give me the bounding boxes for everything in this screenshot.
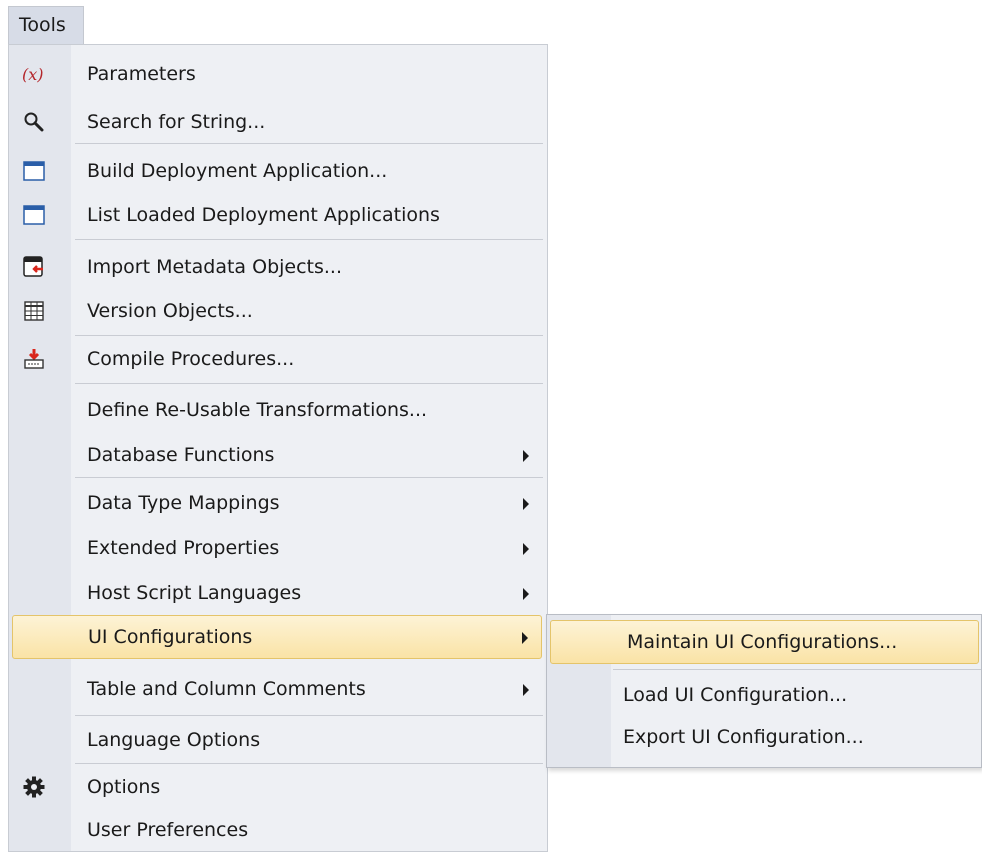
submenu-arrow-icon xyxy=(522,632,528,644)
menu-item-label: Version Objects... xyxy=(87,300,253,322)
menu-item-label: Data Type Mappings xyxy=(87,492,280,514)
menu-item-label: Extended Properties xyxy=(87,537,280,559)
submenu-item-label: Maintain UI Configurations... xyxy=(627,631,898,653)
menu-item-import-metadata-objects[interactable]: Import Metadata Objects... xyxy=(9,245,547,289)
submenu-item-export-ui-configuration[interactable]: Export UI Configuration... xyxy=(547,715,981,759)
svg-text:(x): (x) xyxy=(22,65,44,84)
menu-item-label: Options xyxy=(87,776,161,798)
tools-dropdown-menu: (x) Parameters Search for String... Buil… xyxy=(8,44,548,852)
menu-separator xyxy=(75,763,543,764)
menu-item-parameters[interactable]: (x) Parameters xyxy=(9,52,547,96)
submenu-separator xyxy=(613,669,981,670)
menu-item-compile-procedures[interactable]: Compile Procedures... xyxy=(9,337,547,381)
menu-item-table-and-column-comments[interactable]: Table and Column Comments xyxy=(9,667,547,711)
search-icon xyxy=(21,109,47,135)
parameters-icon: (x) xyxy=(21,61,47,87)
menu-item-search-for-string[interactable]: Search for String... xyxy=(9,100,547,144)
menu-item-label: Parameters xyxy=(87,63,196,85)
submenu-arrow-icon xyxy=(523,588,529,600)
menu-item-label: Host Script Languages xyxy=(87,582,302,604)
menu-item-label: Compile Procedures... xyxy=(87,348,295,370)
submenu-item-label: Load UI Configuration... xyxy=(623,684,848,706)
menu-tools-label: Tools xyxy=(19,14,66,36)
menu-item-label: Language Options xyxy=(87,729,261,751)
window-icon xyxy=(21,158,47,184)
menu-item-label: Import Metadata Objects... xyxy=(87,256,343,278)
window-icon xyxy=(21,202,47,228)
submenu-item-label: Export UI Configuration... xyxy=(623,726,864,748)
grid-icon xyxy=(21,298,47,324)
menu-item-label: User Preferences xyxy=(87,819,249,841)
menu-item-data-type-mappings[interactable]: Data Type Mappings xyxy=(9,481,547,525)
menu-separator xyxy=(75,477,543,478)
menu-item-extended-properties[interactable]: Extended Properties xyxy=(9,526,547,570)
import-icon xyxy=(21,254,47,280)
menu-item-language-options[interactable]: Language Options xyxy=(9,718,547,762)
submenu-arrow-icon xyxy=(523,498,529,510)
ui-configurations-submenu: Maintain UI Configurations... Load UI Co… xyxy=(546,614,982,768)
menu-item-user-preferences[interactable]: User Preferences xyxy=(9,808,547,852)
menu-item-label: Table and Column Comments xyxy=(87,678,366,700)
menu-item-label: Database Functions xyxy=(87,444,275,466)
menu-item-label: Define Re-Usable Transformations... xyxy=(87,399,428,421)
menu-separator xyxy=(75,715,543,716)
menu-item-label: Search for String... xyxy=(87,111,266,133)
menu-item-define-reusable-transformations[interactable]: Define Re-Usable Transformations... xyxy=(9,388,547,432)
menu-item-host-script-languages[interactable]: Host Script Languages xyxy=(9,571,547,615)
submenu-item-maintain-ui-configurations[interactable]: Maintain UI Configurations... xyxy=(550,620,979,664)
menu-separator xyxy=(75,239,543,240)
compile-icon xyxy=(21,346,47,372)
menu-item-database-functions[interactable]: Database Functions xyxy=(9,433,547,477)
submenu-arrow-icon xyxy=(523,543,529,555)
menu-item-list-loaded-deployment-applications[interactable]: List Loaded Deployment Applications xyxy=(9,193,547,237)
menu-tools[interactable]: Tools xyxy=(8,6,84,44)
menu-item-label: List Loaded Deployment Applications xyxy=(87,204,440,226)
submenu-arrow-icon xyxy=(523,684,529,696)
menu-item-options[interactable]: Options xyxy=(9,765,547,809)
submenu-arrow-icon xyxy=(523,450,529,462)
menu-item-build-deployment-application[interactable]: Build Deployment Application... xyxy=(9,149,547,193)
menu-separator xyxy=(75,335,543,336)
menu-item-version-objects[interactable]: Version Objects... xyxy=(9,289,547,333)
menu-item-ui-configurations[interactable]: UI Configurations xyxy=(12,615,542,659)
menu-item-label: UI Configurations xyxy=(88,626,253,648)
menu-separator xyxy=(75,383,543,384)
gear-icon xyxy=(21,774,47,800)
menu-item-label: Build Deployment Application... xyxy=(87,160,388,182)
submenu-item-load-ui-configuration[interactable]: Load UI Configuration... xyxy=(547,673,981,717)
